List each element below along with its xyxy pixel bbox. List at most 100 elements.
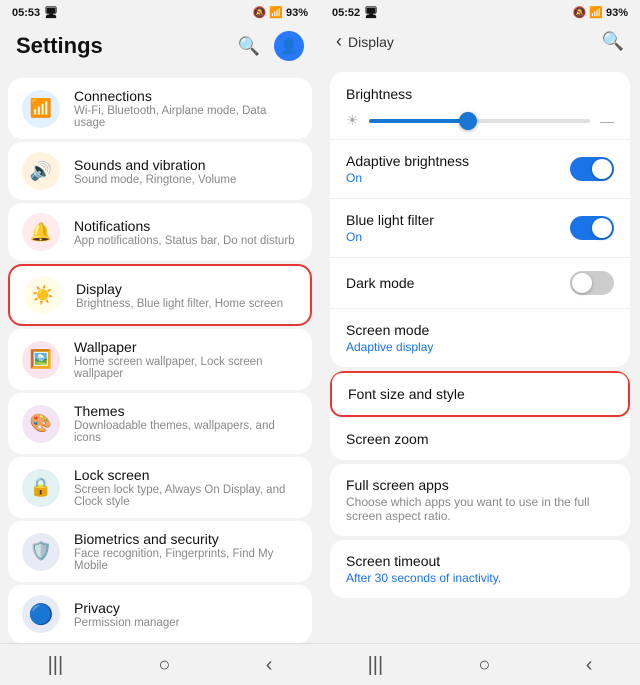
settings-list: 📶 Connections Wi-Fi, Bluetooth, Airplane… xyxy=(0,71,320,643)
sounds-title: Sounds and vibration xyxy=(74,157,298,173)
settings-item-privacy[interactable]: 🔵 Privacy Permission manager xyxy=(8,585,312,643)
wallpaper-text: Wallpaper Home screen wallpaper, Lock sc… xyxy=(74,339,298,380)
screen-timeout-row[interactable]: Screen timeout After 30 seconds of inact… xyxy=(330,540,630,598)
dark-mode-toggle[interactable] xyxy=(570,271,614,295)
settings-item-notifications[interactable]: 🔔 Notifications App notifications, Statu… xyxy=(8,203,312,261)
settings-item-biometrics[interactable]: 🛡️ Biometrics and security Face recognit… xyxy=(8,521,312,582)
left-nav-back[interactable]: ‹ xyxy=(266,654,273,677)
screen-mode-row[interactable]: Screen mode Adaptive display xyxy=(330,308,630,367)
brightness-thumb xyxy=(459,112,477,130)
blue-light-filter-toggle[interactable] xyxy=(570,216,614,240)
adaptive-brightness-row[interactable]: Adaptive brightness On xyxy=(330,139,630,198)
blue-light-filter-toggle-knob xyxy=(592,218,612,238)
right-nav-home[interactable]: ||| xyxy=(368,654,384,677)
dark-mode-title: Dark mode xyxy=(346,275,570,291)
connections-title: Connections xyxy=(74,88,298,104)
adaptive-brightness-toggle[interactable] xyxy=(570,157,614,181)
blue-light-filter-title: Blue light filter xyxy=(346,212,570,228)
settings-item-display[interactable]: ☀️ Display Brightness, Blue light filter… xyxy=(8,264,312,326)
right-status-bar: 05:52 🖥 🔕 📶 93% xyxy=(320,0,640,23)
full-screen-section: Full screen apps Choose which apps you w… xyxy=(330,464,630,536)
screen-mode-subtitle: Adaptive display xyxy=(346,340,614,354)
right-bottom-nav: ||| ○ ‹ xyxy=(320,643,640,685)
left-search-icon[interactable]: 🔍 xyxy=(238,36,260,57)
left-mute-icon: 🔕 xyxy=(253,6,267,19)
left-bottom-nav: ||| ○ ‹ xyxy=(0,643,320,685)
themes-icon: 🎨 xyxy=(22,405,60,443)
left-status-left: 05:53 🖥 xyxy=(12,6,58,19)
themes-text: Themes Downloadable themes, wallpapers, … xyxy=(74,403,298,444)
dark-mode-text: Dark mode xyxy=(346,275,570,291)
display-icon: ☀️ xyxy=(24,276,62,314)
display-text: Display Brightness, Blue light filter, H… xyxy=(76,281,296,310)
adaptive-brightness-toggle-knob xyxy=(592,159,612,179)
wallpaper-title: Wallpaper xyxy=(74,339,298,355)
display-search-icon[interactable]: 🔍 xyxy=(602,31,624,52)
settings-item-sounds[interactable]: 🔊 Sounds and vibration Sound mode, Ringt… xyxy=(8,142,312,200)
display-content: Brightness ☀ — Adaptive brightness On xyxy=(320,62,640,643)
brightness-low-icon: ☀ xyxy=(346,112,359,129)
brightness-label: Brightness xyxy=(346,86,614,102)
display-title: Display xyxy=(76,281,296,297)
lock-screen-title: Lock screen xyxy=(74,467,298,483)
right-nav-circle[interactable]: ○ xyxy=(478,654,490,677)
settings-item-themes[interactable]: 🎨 Themes Downloadable themes, wallpapers… xyxy=(8,393,312,454)
notifications-icon: 🔔 xyxy=(22,213,60,251)
display-header: ‹ Display 🔍 xyxy=(320,23,640,62)
adaptive-brightness-subtitle: On xyxy=(346,171,570,185)
screen-timeout-section: Screen timeout After 30 seconds of inact… xyxy=(330,540,630,598)
biometrics-title: Biometrics and security xyxy=(74,531,298,547)
display-header-title: Display xyxy=(348,34,394,50)
blue-light-filter-text: Blue light filter On xyxy=(346,212,570,244)
left-avatar[interactable]: 👤 xyxy=(274,31,304,61)
blue-light-filter-subtitle: On xyxy=(346,230,570,244)
back-arrow-icon: ‹ xyxy=(336,31,342,52)
biometrics-subtitle: Face recognition, Fingerprints, Find My … xyxy=(74,548,298,572)
notifications-title: Notifications xyxy=(74,218,298,234)
screen-mode-title: Screen mode xyxy=(346,322,614,338)
notifications-subtitle: App notifications, Status bar, Do not di… xyxy=(74,235,298,247)
settings-item-connections[interactable]: 📶 Connections Wi-Fi, Bluetooth, Airplane… xyxy=(8,78,312,139)
right-panel: 05:52 🖥 🔕 📶 93% ‹ Display 🔍 Brightness ☀ xyxy=(320,0,640,685)
screen-timeout-title: Screen timeout xyxy=(346,553,440,569)
left-header: Settings 🔍 👤 xyxy=(0,23,320,71)
brightness-slider[interactable] xyxy=(369,119,590,123)
right-signal-icon: 📶 xyxy=(589,6,603,19)
settings-item-wallpaper[interactable]: 🖼️ Wallpaper Home screen wallpaper, Lock… xyxy=(8,329,312,390)
left-nav-home[interactable]: ||| xyxy=(48,654,64,677)
adaptive-brightness-title: Adaptive brightness xyxy=(346,153,570,169)
screen-zoom-title: Screen zoom xyxy=(346,431,614,447)
right-status-right: 🔕 📶 93% xyxy=(573,6,628,19)
privacy-icon: 🔵 xyxy=(22,595,60,633)
left-time: 05:53 xyxy=(12,7,40,19)
dark-mode-row[interactable]: Dark mode xyxy=(330,257,630,308)
settings-item-lock-screen[interactable]: 🔒 Lock screen Screen lock type, Always O… xyxy=(8,457,312,518)
font-size-style-title: Font size and style xyxy=(348,386,612,402)
font-size-style-row[interactable]: Font size and style xyxy=(330,371,630,417)
connections-text: Connections Wi-Fi, Bluetooth, Airplane m… xyxy=(74,88,298,129)
right-nav-back[interactable]: ‹ xyxy=(586,654,593,677)
font-section: Font size and style Screen zoom xyxy=(330,371,630,460)
sounds-text: Sounds and vibration Sound mode, Rington… xyxy=(74,157,298,186)
left-status-bar: 05:53 🖥 🔕 📶 93% xyxy=(0,0,320,23)
back-button[interactable]: ‹ Display xyxy=(336,31,394,52)
full-screen-title: Full screen apps xyxy=(346,477,449,493)
lock-screen-subtitle: Screen lock type, Always On Display, and… xyxy=(74,484,298,508)
notifications-text: Notifications App notifications, Status … xyxy=(74,218,298,247)
left-nav-circle[interactable]: ○ xyxy=(158,654,170,677)
wallpaper-subtitle: Home screen wallpaper, Lock screen wallp… xyxy=(74,356,298,380)
dark-mode-toggle-knob xyxy=(572,273,592,293)
display-subtitle: Brightness, Blue light filter, Home scre… xyxy=(76,298,296,310)
connections-icon: 📶 xyxy=(22,90,60,128)
full-screen-subtitle: Choose which apps you want to use in the… xyxy=(346,495,614,523)
blue-light-filter-row[interactable]: Blue light filter On xyxy=(330,198,630,257)
sounds-subtitle: Sound mode, Ringtone, Volume xyxy=(74,174,298,186)
themes-title: Themes xyxy=(74,403,298,419)
left-signal-icon: 📶 xyxy=(269,6,283,19)
full-screen-row[interactable]: Full screen apps Choose which apps you w… xyxy=(330,464,630,536)
screen-zoom-row[interactable]: Screen zoom xyxy=(330,417,630,460)
right-status-left: 05:52 🖥 xyxy=(332,6,378,19)
brightness-section: Brightness ☀ — Adaptive brightness On xyxy=(330,72,630,367)
right-battery: 93% xyxy=(606,7,628,19)
font-size-style-text: Font size and style xyxy=(348,386,612,402)
